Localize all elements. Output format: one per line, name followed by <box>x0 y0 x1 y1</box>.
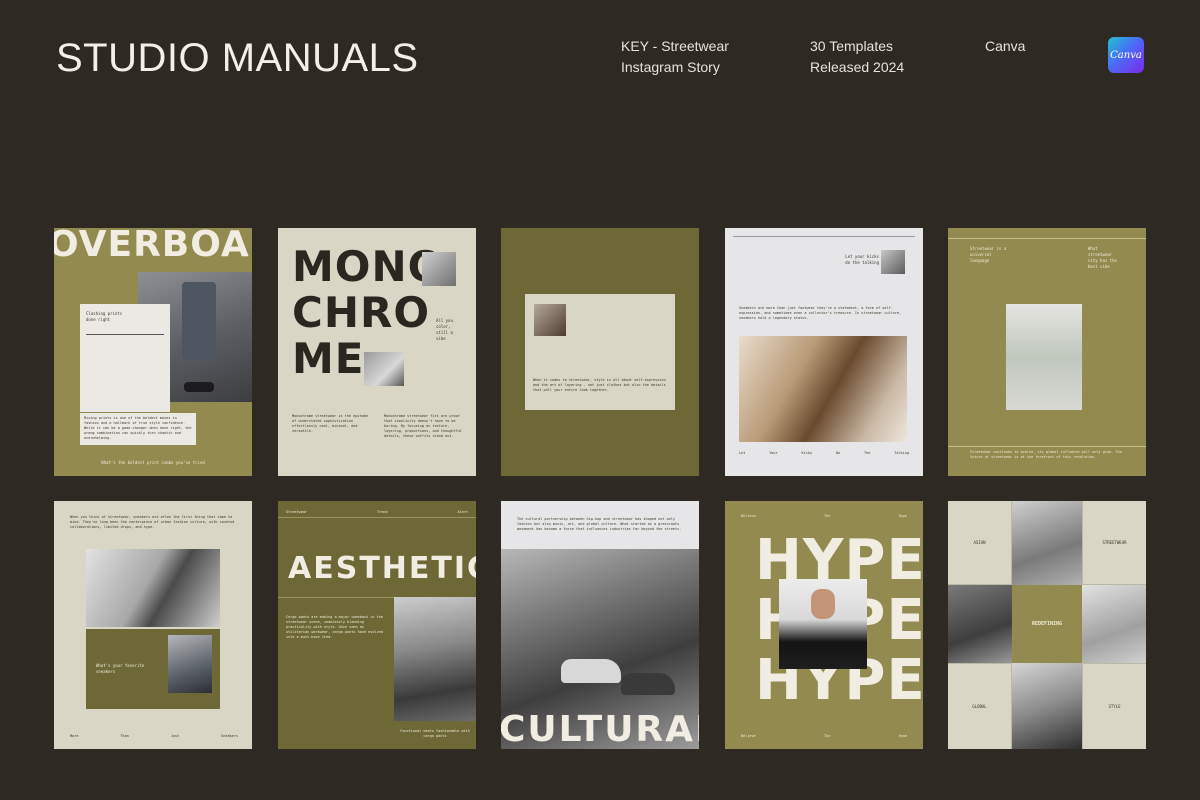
cell-label-redefining: REDEFINING <box>1031 621 1063 627</box>
bottom-word-1: Believe <box>741 734 756 738</box>
canva-logo: Canva <box>1108 37 1144 73</box>
platform-label: Canva <box>985 38 1026 54</box>
grid-cell-redefining: REDEFINING <box>1012 585 1082 663</box>
word-3: Just <box>170 734 180 738</box>
column-2-text: Monochrome streetwear fits are proof tha… <box>384 414 462 438</box>
skateboard-photo <box>168 635 212 693</box>
bottom-word-2: The <box>824 734 831 738</box>
cell-label-streetwear: STREETWEAR <box>1102 539 1127 545</box>
word-row: Let Your Kicks Do The Talking <box>739 450 909 456</box>
tshirt-photo <box>1006 304 1082 410</box>
body-box: Mixing prints is one of the boldest move… <box>80 413 196 445</box>
grid-cell-style: STYLE <box>1082 663 1146 749</box>
card-headline: OVERBOARD <box>54 228 252 265</box>
word-1: Let <box>739 451 746 455</box>
body-text: Mixing prints is one of the boldest move… <box>84 416 192 440</box>
template-card-cultural[interactable]: The cultural partnership between hip-hop… <box>501 501 699 749</box>
word-5: The <box>864 451 871 455</box>
grid-photo-1 <box>1012 501 1082 585</box>
body-text: When you think of streetwear, sneakers a… <box>70 515 235 529</box>
caption-text: Let your kicks do the talking <box>845 254 879 265</box>
body-text: The cultural partnership between hip-hop… <box>517 517 682 531</box>
word-1: More <box>70 734 79 738</box>
cell-label-style: STYLE <box>1108 703 1121 709</box>
top-word-3: Hype <box>898 514 907 518</box>
template-card-monochrome[interactable]: MONO CHRO ME All you color, still a vibe… <box>278 228 476 476</box>
top-word-1: Streetwear <box>286 510 308 514</box>
release-year: Released 2024 <box>810 59 905 75</box>
word-row: More Than Just Sneakers <box>70 733 238 739</box>
template-count: 30 Templates <box>810 38 894 54</box>
grid-photo-4 <box>1012 663 1082 749</box>
template-card-aesthetics[interactable]: Streetwear Trend Alert AESTHETICS Cargo … <box>278 501 476 749</box>
card-headline: AESTHETICS <box>288 551 476 586</box>
top-word-2: The <box>824 514 831 518</box>
template-card-overboard[interactable]: OVERBOARD Clashing prints done right Mix… <box>54 228 252 476</box>
template-card-grid[interactable]: ASIAN STREETWEAR REDEFINING GLOBAL STYLE <box>948 501 1146 749</box>
template-info: 30 Templates Released 2024 <box>810 36 904 78</box>
left-text: Streetwear is a universal language <box>970 246 1007 263</box>
bottom-row: Believe The Hype <box>741 733 907 739</box>
template-card-sneakers[interactable]: When you think of streetwear, sneakers a… <box>54 501 252 749</box>
top-word-1: Believe <box>741 514 756 518</box>
right-text: What streetwear city has the best vibe <box>1088 246 1117 269</box>
top-row: Believe The Hype <box>741 513 907 519</box>
product-info: KEY - Streetwear Instagram Story <box>621 36 729 78</box>
question-panel: What's your favorite sneakers <box>86 629 220 709</box>
word-3: Kicks <box>801 451 813 455</box>
question-text: What's your favorite sneakers <box>96 663 145 674</box>
headline-line-2: CHRO <box>292 288 431 337</box>
word-6: Talking <box>894 451 909 455</box>
top-row: Streetwear Trend Alert <box>286 509 468 515</box>
grid-cell-streetwear: STREETWEAR <box>1082 501 1146 585</box>
body-text: Streetwear continues to evolve, its glob… <box>970 450 1122 459</box>
caption-text: Functional meets fashionable with cargo … <box>400 729 470 738</box>
grid-photo-2 <box>948 585 1012 663</box>
word-2: Your <box>769 451 778 455</box>
template-card-kicks[interactable]: Let your kicks do the talking Sneakers a… <box>725 228 923 476</box>
brand-title: STUDIO MANUALS <box>56 36 419 80</box>
template-card-hype[interactable]: Believe The Hype HYPE HYPE HYPE Believe … <box>725 501 923 749</box>
portrait-photo <box>422 252 456 286</box>
body-text: Cargo pants are making a major comeback … <box>286 615 383 639</box>
top-word-3: Alert <box>457 510 468 514</box>
product-line-1: KEY - Streetwear <box>621 38 729 54</box>
grid-cell-asian: ASIAN <box>948 501 1012 585</box>
word-4: Sneakers <box>221 734 238 738</box>
cell-label-global: GLOBAL <box>972 703 987 709</box>
sneaker-outdoor-photo <box>739 336 907 442</box>
small-photo <box>881 250 905 274</box>
note-card: Clashing prints done right <box>80 304 170 412</box>
word-4: Do <box>835 451 841 455</box>
grid-photo-3 <box>1082 585 1146 663</box>
model-photo <box>86 549 220 627</box>
column-1-text: Monochrome streetwear is the epitome of … <box>292 414 368 433</box>
template-card-layering[interactable]: When it comes to streetwear, style is al… <box>501 228 699 476</box>
note-text: Clashing prints done right <box>86 311 123 322</box>
body-text: Sneakers are more than just footwear the… <box>739 306 902 320</box>
grid-cell-global: GLOBAL <box>948 663 1012 749</box>
side-text: All you color, still a vibe <box>436 318 453 341</box>
card-footer: What's the boldest print combo you've tr… <box>101 460 205 465</box>
model-photo <box>779 579 867 669</box>
cell-label-asian: ASIAN <box>973 539 986 545</box>
template-card-language[interactable]: Streetwear is a universal language What … <box>948 228 1146 476</box>
word-2: Than <box>120 734 129 738</box>
card-headline: CULTURAL <box>501 709 699 749</box>
model-photo <box>534 304 566 336</box>
product-line-2: Instagram Story <box>621 59 720 75</box>
bottom-word-3: Hype <box>898 734 907 738</box>
grid-layout: ASIAN STREETWEAR REDEFINING GLOBAL STYLE <box>948 501 1146 749</box>
skater-photo <box>394 597 476 721</box>
content-panel: When it comes to streetwear, style is al… <box>525 294 675 410</box>
top-word-2: Trend <box>376 510 388 514</box>
sneaker-photo <box>364 352 404 386</box>
panel-text: When it comes to streetwear, style is al… <box>533 378 666 392</box>
